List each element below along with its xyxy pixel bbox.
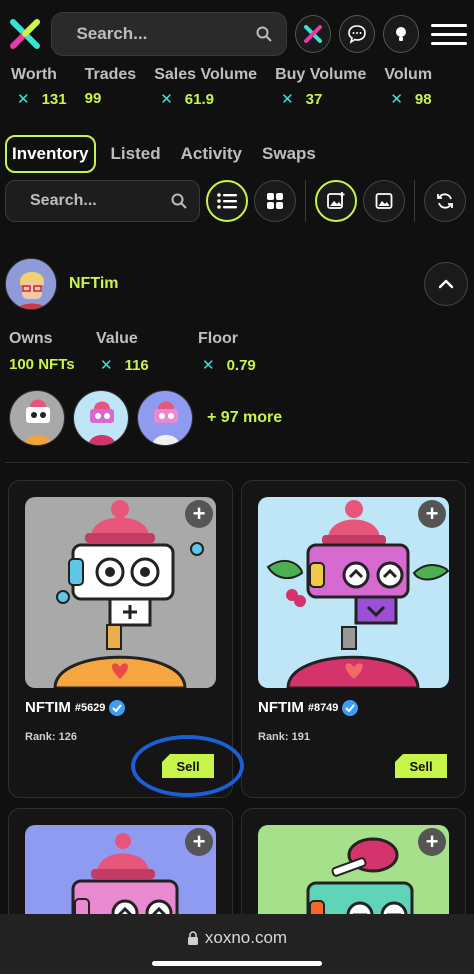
stat-worth: Worth ✕ 131 [11, 66, 67, 108]
refresh-button[interactable] [424, 180, 466, 222]
profile-tabs: Inventory Listed Activity Swaps [5, 135, 321, 173]
nft-image [25, 497, 216, 688]
toolbar-divider [305, 180, 306, 222]
egld-icon: ✕ [202, 357, 215, 374]
nft-title: NFTIM #5629 [25, 699, 126, 716]
image-add-icon [327, 192, 345, 209]
more-nfts-link[interactable]: + 97 more [207, 409, 282, 427]
add-to-cart-icon[interactable]: + [418, 828, 446, 856]
nft-preview-thumbnail[interactable] [9, 390, 65, 446]
add-to-cart-icon[interactable]: + [185, 500, 213, 528]
image-icon [375, 193, 393, 209]
refresh-icon [437, 193, 453, 209]
image-mode-button[interactable] [315, 180, 357, 222]
egld-icon: ✕ [100, 357, 113, 374]
owns-stat: Owns 100 NFTs [9, 330, 75, 373]
collection-summary: Owns 100 NFTs Value ✕ 116 Floor ✕ 0.79 [9, 330, 256, 374]
egld-icon: ✕ [160, 91, 173, 108]
add-to-cart-icon[interactable]: + [418, 500, 446, 528]
nft-image [258, 497, 449, 688]
add-to-cart-icon[interactable]: + [185, 828, 213, 856]
stat-volume: Volum ✕ 98 [384, 66, 433, 108]
global-search-input[interactable]: Search... [51, 12, 288, 56]
browser-address-bar[interactable]: xoxno.com [0, 914, 474, 974]
floor-stat: Floor ✕ 0.79 [198, 330, 256, 374]
nft-rank: Rank: 126 [25, 731, 77, 743]
tab-inventory[interactable]: Inventory [5, 135, 96, 173]
nft-title: NFTIM #8749 [258, 699, 359, 716]
top-bar: Search... [6, 10, 468, 58]
egld-icon: ✕ [17, 91, 30, 108]
hamburger-menu-icon[interactable] [430, 14, 468, 54]
tab-activity[interactable]: Activity [176, 137, 247, 171]
home-indicator [152, 961, 322, 966]
xoxno-mini-logo-icon [304, 25, 323, 43]
inventory-search-placeholder: Search... [30, 192, 97, 209]
verified-icon [342, 699, 359, 716]
sell-highlight-annotation [131, 735, 244, 797]
tab-listed[interactable]: Listed [106, 137, 166, 171]
egld-icon: ✕ [390, 91, 403, 108]
global-search-placeholder: Search... [76, 24, 148, 43]
section-divider [5, 462, 469, 463]
image-view-button[interactable] [363, 180, 405, 222]
verified-icon [109, 699, 126, 716]
nft-rank: Rank: 191 [258, 731, 310, 743]
search-icon [171, 193, 187, 209]
theme-toggle-button[interactable] [382, 15, 419, 53]
collection-owner[interactable]: NFTim [5, 258, 118, 310]
chevron-up-icon [438, 279, 454, 289]
lightbulb-icon [395, 27, 406, 41]
grid-view-button[interactable] [254, 180, 296, 222]
nft-preview-thumbnail[interactable] [73, 390, 129, 446]
tab-swaps[interactable]: Swaps [257, 137, 321, 171]
inventory-search-input[interactable]: Search... [5, 180, 200, 222]
url-text: xoxno.com [204, 928, 288, 947]
chat-button[interactable] [339, 15, 375, 53]
search-icon [256, 26, 273, 42]
stat-trades: Trades 99 [84, 66, 137, 107]
avatar [5, 258, 57, 310]
collapse-button[interactable] [424, 262, 468, 306]
owned-nft-previews: + 97 more [9, 390, 282, 446]
egld-icon: ✕ [281, 91, 294, 108]
wallet-button[interactable] [295, 15, 332, 53]
sell-button[interactable]: Sell [395, 754, 447, 778]
inventory-toolbar: Search... [5, 180, 468, 222]
lock-icon [187, 931, 198, 945]
owner-name: NFTim [69, 275, 119, 292]
nft-card[interactable]: + NFTIM #8749 Rank: 191 Sell [241, 480, 466, 798]
stat-sales-volume: Sales Volume ✕ 61.9 [154, 66, 258, 108]
profile-stats: Worth ✕ 131 Trades 99 Sales Volume ✕ 61.9 … [11, 66, 474, 108]
list-view-button[interactable] [206, 180, 248, 222]
xoxno-logo[interactable] [6, 14, 43, 54]
value-stat: Value ✕ 116 [96, 330, 149, 374]
toolbar-divider [414, 180, 415, 222]
list-icon [217, 193, 237, 209]
grid-icon [267, 193, 283, 209]
nft-preview-thumbnail[interactable] [137, 390, 193, 446]
chat-icon [348, 25, 366, 44]
stat-buy-volume: Buy Volume ✕ 37 [275, 66, 367, 108]
